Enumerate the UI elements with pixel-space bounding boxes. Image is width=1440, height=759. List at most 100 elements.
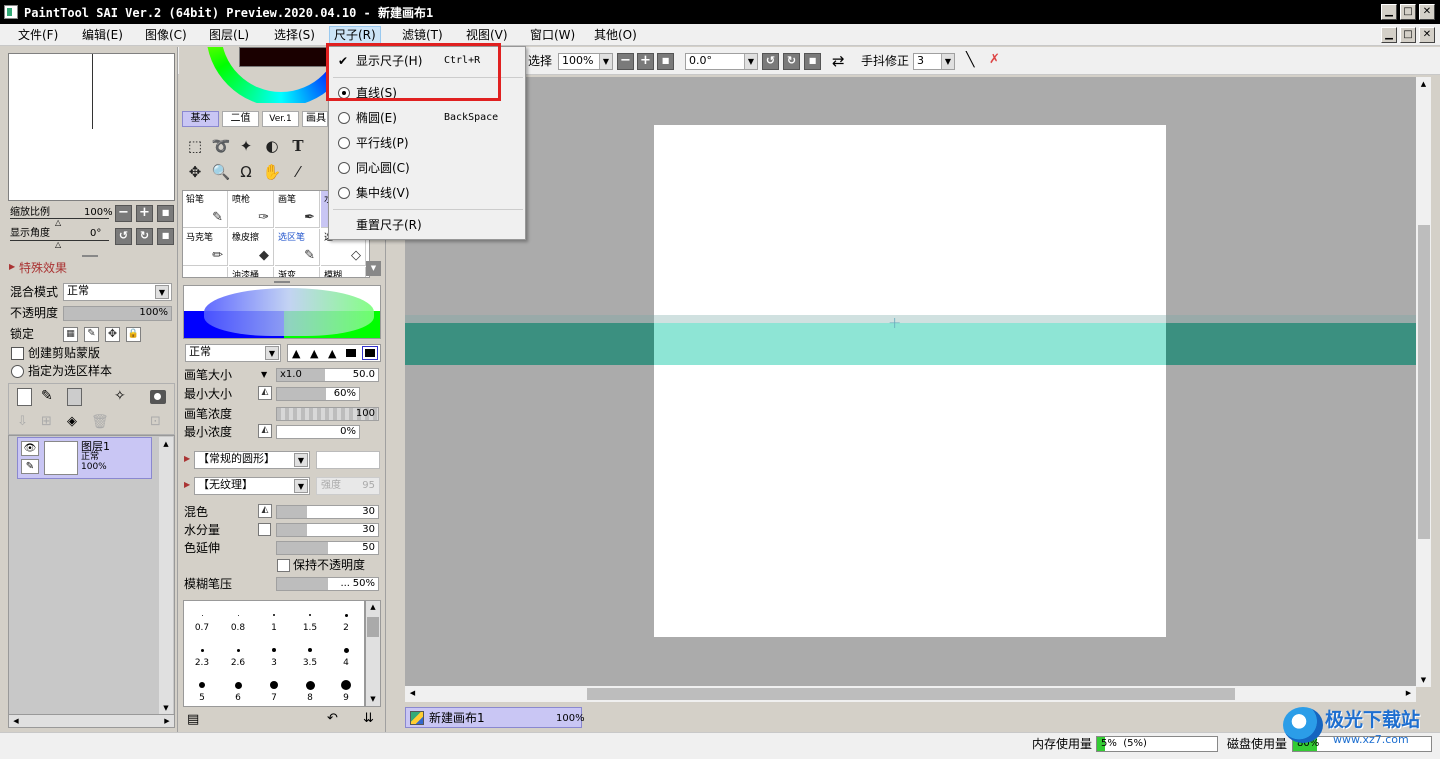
new-linework-layer-icon[interactable]: ✎ xyxy=(41,388,53,404)
canvas-background[interactable]: + xyxy=(405,77,1416,687)
menu-other[interactable]: 其他(O) xyxy=(590,27,641,45)
brush-size-preset[interactable]: 0.8 xyxy=(220,601,256,636)
brush-size-bar[interactable]: x1.0 50.0 xyxy=(276,368,379,382)
layer-row[interactable]: 👁 ✎ 图层1 正常 100% xyxy=(17,437,152,479)
texture-strength[interactable]: 强度 95 xyxy=(316,477,380,495)
brush-shape-select[interactable]: 【常规的圆形】 xyxy=(194,451,310,469)
menu-file[interactable]: 文件(F) xyxy=(14,27,62,45)
nav-rotate-left-button[interactable]: ↺ xyxy=(115,228,132,245)
layer-thumbnail[interactable] xyxy=(44,441,78,475)
min-density-bar[interactable]: 0% xyxy=(276,425,360,439)
lock-transparency-icon[interactable]: ▦ xyxy=(63,327,78,342)
brush-cell[interactable]: 画笔 ✒ xyxy=(275,191,320,228)
straight-line-off-icon[interactable]: ✗ xyxy=(989,52,1000,67)
lock-move-icon[interactable]: ✥ xyxy=(105,327,120,342)
chevron-down-icon[interactable]: ▼ xyxy=(294,479,308,493)
scroll-down-icon[interactable]: ▼ xyxy=(1416,673,1431,687)
scroll-thumb[interactable] xyxy=(367,617,379,637)
panel-splitter[interactable] xyxy=(274,281,290,283)
slider-handle-icon[interactable]: △ xyxy=(55,240,61,249)
brush-size-preset[interactable]: 5 xyxy=(184,671,220,706)
zoom-in-button[interactable]: + xyxy=(637,53,654,70)
rotate-right-button[interactable]: ↻ xyxy=(783,53,800,70)
new-layer-icon[interactable] xyxy=(17,388,32,406)
doc-restore-button[interactable]: □ xyxy=(1400,27,1416,43)
brush-size-preset[interactable]: 1 xyxy=(256,601,292,636)
merge-down-icon[interactable]: ⊞ xyxy=(41,414,52,429)
menu-item-reset-ruler[interactable]: 重置尺子(R) xyxy=(329,214,525,236)
triangle-right-icon[interactable]: ▶ xyxy=(184,454,190,463)
scroll-right-icon[interactable]: ▶ xyxy=(1401,686,1416,701)
edge-soft-icon[interactable]: ▲ xyxy=(292,348,300,359)
nav-zoom-out-button[interactable]: − xyxy=(115,205,132,222)
nav-rotate-right-button[interactable]: ↻ xyxy=(136,228,153,245)
move-icon[interactable]: ✥ xyxy=(184,161,206,183)
rotate-reset-button[interactable]: ■ xyxy=(804,53,821,70)
rotate-left-button[interactable]: ↺ xyxy=(762,53,779,70)
menu-item-parallel[interactable]: 平行线(P) xyxy=(329,132,525,154)
tab-basic[interactable]: 基本 xyxy=(182,111,219,127)
flip-icon[interactable]: ⇄ xyxy=(832,53,845,69)
close-button[interactable]: ✕ xyxy=(1419,4,1435,20)
tab-ver1[interactable]: Ver.1 xyxy=(262,111,299,127)
chevron-down-icon[interactable]: ▼ xyxy=(261,370,267,379)
menu-item-focus-line[interactable]: 集中线(V) xyxy=(329,182,525,204)
eyedropper-icon[interactable]: ⁄ xyxy=(287,161,309,183)
menu-layer[interactable]: 图层(L) xyxy=(205,27,253,45)
min-size-bar[interactable]: 60% xyxy=(276,387,360,401)
slider-handle-icon[interactable]: △ xyxy=(55,218,61,227)
brush-size-preset[interactable]: 8 xyxy=(292,671,328,706)
pencil-icon[interactable]: ✎ xyxy=(21,459,39,474)
keep-opacity-checkbox[interactable] xyxy=(277,559,290,572)
brush-size-preset[interactable]: 3.5 xyxy=(292,636,328,671)
zoom-out-button[interactable]: − xyxy=(617,53,634,70)
layer-hscrollbar[interactable]: ◀ ▶ xyxy=(8,714,175,728)
brush-size-preset[interactable]: 2.6 xyxy=(220,636,256,671)
opacity-bar[interactable]: 100% xyxy=(63,306,172,321)
scroll-thumb[interactable] xyxy=(587,688,1235,700)
hand-icon[interactable]: ✋ xyxy=(261,161,283,183)
water-bar[interactable]: 30 xyxy=(276,523,379,537)
zoom-icon[interactable]: 🔍 xyxy=(210,161,232,183)
ruler-band-canvas[interactable] xyxy=(654,323,1166,365)
pressure-icon[interactable]: ◭ xyxy=(258,386,272,400)
scroll-up-icon[interactable]: ▲ xyxy=(366,601,380,614)
scroll-down-icon[interactable]: ▼ xyxy=(159,701,173,715)
nav-zoom-reset-button[interactable]: ■ xyxy=(157,205,174,222)
lock-paint-icon[interactable]: ✎ xyxy=(84,327,99,342)
edge-harder-icon[interactable] xyxy=(346,349,356,357)
preset-scrollbar[interactable]: ▲ ▼ xyxy=(365,600,381,707)
brush-shape-strength[interactable] xyxy=(316,451,380,469)
brush-size-preset[interactable]: 3 xyxy=(256,636,292,671)
maximize-button[interactable]: □ xyxy=(1400,4,1416,20)
brush-cell[interactable]: 铅笔 ✎ xyxy=(183,191,228,228)
scroll-left-icon[interactable]: ◀ xyxy=(9,715,23,727)
menu-select[interactable]: 选择(S) xyxy=(270,27,319,45)
layer-scrollbar[interactable]: ▲ ▼ xyxy=(159,437,173,715)
brush-size-preset[interactable]: 4 xyxy=(328,636,364,671)
chevron-down-icon[interactable]: ▼ xyxy=(294,453,308,467)
mix-bar[interactable]: 30 xyxy=(276,505,379,519)
menu-image[interactable]: 图像(C) xyxy=(141,27,191,45)
chevron-down-icon[interactable]: ▼ xyxy=(744,54,757,69)
tab-brushes[interactable]: 画具 xyxy=(302,111,328,127)
zoom-reset-button[interactable]: ■ xyxy=(657,53,674,70)
menu-window[interactable]: 窗口(W) xyxy=(526,27,579,45)
canvas-vscrollbar[interactable]: ▲ ▼ xyxy=(1416,77,1431,687)
blur-pressure-bar[interactable]: ... 50% xyxy=(276,577,379,591)
layer-effect-icon[interactable]: ✧ xyxy=(114,388,126,404)
panel-splitter[interactable] xyxy=(82,255,98,257)
brush-size-preset[interactable]: 9 xyxy=(328,671,364,706)
apply-mask-icon[interactable]: ⊡ xyxy=(150,414,161,429)
menu-item-ellipse[interactable]: 椭圆(E) BackSpace xyxy=(329,107,525,129)
effects-header[interactable]: 特殊效果 xyxy=(19,261,67,275)
edge-hard-icon[interactable]: ▲ xyxy=(328,348,336,359)
brush-size-preset[interactable]: 2.3 xyxy=(184,636,220,671)
brush-cell[interactable]: 渐变 xyxy=(275,267,320,277)
brush-cell[interactable]: 橡皮擦 ◆ xyxy=(229,229,274,266)
canvas-hscrollbar[interactable]: ◀ ▶ xyxy=(405,686,1416,702)
notes-icon[interactable]: ▤ xyxy=(187,712,199,727)
brush-size-preset[interactable]: 6 xyxy=(220,671,256,706)
stretch-bar[interactable]: 50 xyxy=(276,541,379,555)
shape-icon[interactable]: ◐ xyxy=(261,135,283,157)
